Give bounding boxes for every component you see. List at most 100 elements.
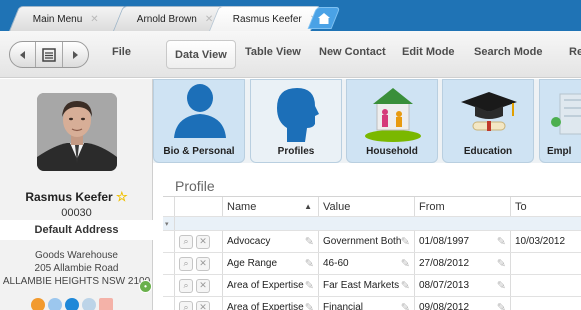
- row-indicator: [163, 275, 175, 296]
- card-label: Education: [463, 146, 513, 157]
- list-icon: [42, 47, 56, 62]
- card-label: Empl: [547, 146, 572, 157]
- tab-label: Arnold Brown: [136, 13, 197, 25]
- cell-value[interactable]: 46-60 ✎: [319, 253, 415, 274]
- contact-summary-panel: Rasmus Keefer ☆ 00030 Default Address Go…: [0, 79, 153, 310]
- list-button[interactable]: [36, 42, 63, 67]
- card-household[interactable]: Household: [346, 79, 438, 163]
- cell-from[interactable]: 01/08/1997 ✎: [415, 231, 511, 252]
- contact-action-icons: [31, 298, 113, 310]
- info-icon[interactable]: [48, 298, 62, 310]
- back-button[interactable]: [10, 42, 37, 67]
- row-actions: ⌕ ✕: [175, 297, 223, 310]
- filter-row[interactable]: ▾: [163, 217, 581, 231]
- cell-text: 08/07/2013: [419, 280, 470, 291]
- table-row[interactable]: ⌕ ✕ Area of Expertise ✎ Far East Markets ✎ …: [163, 275, 581, 297]
- delete-icon[interactable]: ✕: [196, 234, 210, 249]
- new-tab-button[interactable]: [307, 7, 341, 29]
- view-icon[interactable]: ⌕: [179, 234, 193, 249]
- group-icon[interactable]: [82, 298, 96, 310]
- person-icon[interactable]: [65, 298, 79, 310]
- cell-from[interactable]: 09/08/2012 ✎: [415, 297, 511, 310]
- cell-value[interactable]: Far East Markets ✎: [319, 275, 415, 296]
- edit-pencil-icon[interactable]: ✎: [497, 301, 506, 310]
- edit-pencil-icon[interactable]: ✎: [497, 279, 506, 292]
- edit-pencil-icon[interactable]: ✎: [305, 235, 314, 248]
- office-building-icon: [551, 93, 581, 135]
- view-icon[interactable]: ⌕: [179, 300, 193, 310]
- favorite-star-icon[interactable]: ☆: [116, 189, 128, 204]
- card-label: Profiles: [277, 146, 315, 157]
- row-expand-icon[interactable]: ▾: [163, 217, 175, 230]
- search-mode-button[interactable]: Search Mode: [474, 46, 542, 58]
- cell-name[interactable]: Area of Expertise ✎: [223, 297, 319, 310]
- category-cards: Bio & Personal Profiles Household Educat: [153, 79, 581, 163]
- card-employment[interactable]: Empl: [539, 79, 581, 163]
- forward-button[interactable]: [63, 42, 88, 67]
- cell-name[interactable]: Area of Expertise ✎: [223, 275, 319, 296]
- new-contact-button[interactable]: New Contact: [319, 46, 386, 58]
- more-toolbar-button[interactable]: Re: [569, 46, 581, 58]
- card-bio-personal[interactable]: Bio & Personal: [153, 79, 245, 163]
- column-label: To: [515, 200, 527, 213]
- delete-icon[interactable]: ✕: [196, 278, 210, 293]
- column-header-value[interactable]: Value: [319, 197, 415, 216]
- warning-icon[interactable]: [31, 298, 45, 310]
- column-header-name[interactable]: Name ▲: [223, 197, 319, 216]
- edit-pencil-icon[interactable]: ✎: [401, 235, 410, 248]
- edit-pencil-icon[interactable]: ✎: [305, 301, 314, 310]
- cell-to[interactable]: [511, 253, 581, 274]
- edit-mode-button[interactable]: Edit Mode: [402, 46, 455, 58]
- table-header-row: Name ▲ Value From To: [163, 197, 581, 217]
- contact-name: Rasmus Keefer: [25, 190, 113, 204]
- card-label: Bio & Personal: [163, 146, 235, 157]
- contact-photo[interactable]: [37, 93, 117, 171]
- data-view-button[interactable]: Data View: [166, 40, 236, 69]
- column-label: Value: [323, 200, 351, 213]
- cell-value[interactable]: Government Both ✎: [319, 231, 415, 252]
- cell-to[interactable]: [511, 275, 581, 296]
- table-row[interactable]: ⌕ ✕ Area of Expertise ✎ Financial ✎ 09/08/2…: [163, 297, 581, 310]
- edit-pencil-icon[interactable]: ✎: [305, 257, 314, 270]
- tab-main-menu[interactable]: Main Menu ✕: [8, 6, 128, 31]
- header-spacer: [163, 197, 175, 216]
- edit-pencil-icon[interactable]: ✎: [401, 257, 410, 270]
- view-icon[interactable]: ⌕: [179, 256, 193, 271]
- cell-name[interactable]: Age Range ✎: [223, 253, 319, 274]
- table-row[interactable]: ⌕ ✕ Age Range ✎ 46-60 ✎ 27/08/2012 ✎: [163, 253, 581, 275]
- cell-to[interactable]: 10/03/2012: [511, 231, 581, 252]
- profile-table: Name ▲ Value From To ▾ ⌕ ✕ Advocacy ✎ Gove…: [163, 196, 581, 310]
- cell-from[interactable]: 27/08/2012 ✎: [415, 253, 511, 274]
- delete-icon[interactable]: ✕: [196, 300, 210, 310]
- card-education[interactable]: Education: [442, 79, 534, 163]
- table-view-button[interactable]: Table View: [245, 46, 301, 58]
- cell-from[interactable]: 08/07/2013 ✎: [415, 275, 511, 296]
- home-icon: [318, 12, 330, 24]
- edit-pencil-icon[interactable]: ✎: [401, 279, 410, 292]
- column-header-to[interactable]: To: [511, 197, 581, 216]
- row-indicator: [163, 231, 175, 252]
- tab-strip: Main Menu ✕ Arnold Brown ✕ Rasmus Keefer✕: [0, 0, 581, 31]
- column-header-from[interactable]: From: [415, 197, 511, 216]
- edit-pencil-icon[interactable]: ✎: [401, 301, 410, 310]
- delete-icon[interactable]: ✕: [196, 256, 210, 271]
- cell-text: 46-60: [323, 258, 349, 269]
- column-label: From: [419, 200, 445, 213]
- address-map-icon[interactable]: •: [139, 280, 152, 293]
- file-menu[interactable]: File: [112, 46, 131, 58]
- graduation-cap-icon: [461, 92, 517, 131]
- sort-ascending-icon: ▲: [304, 202, 312, 211]
- card-profiles[interactable]: Profiles: [250, 79, 342, 163]
- edit-pencil-icon[interactable]: ✎: [497, 235, 506, 248]
- cell-text: Area of Expertise: [227, 302, 304, 310]
- note-icon[interactable]: [99, 298, 113, 310]
- edit-pencil-icon[interactable]: ✎: [497, 257, 506, 270]
- edit-pencil-icon[interactable]: ✎: [305, 279, 314, 292]
- tab-rasmus-keefer[interactable]: Rasmus Keefer✕: [208, 6, 322, 31]
- cell-name[interactable]: Advocacy ✎: [223, 231, 319, 252]
- view-icon[interactable]: ⌕: [179, 278, 193, 293]
- table-row[interactable]: ⌕ ✕ Advocacy ✎ Government Both ✎ 01/08/1997…: [163, 231, 581, 253]
- cell-value[interactable]: Financial ✎: [319, 297, 415, 310]
- cell-to[interactable]: [511, 297, 581, 310]
- close-icon[interactable]: ✕: [90, 14, 98, 25]
